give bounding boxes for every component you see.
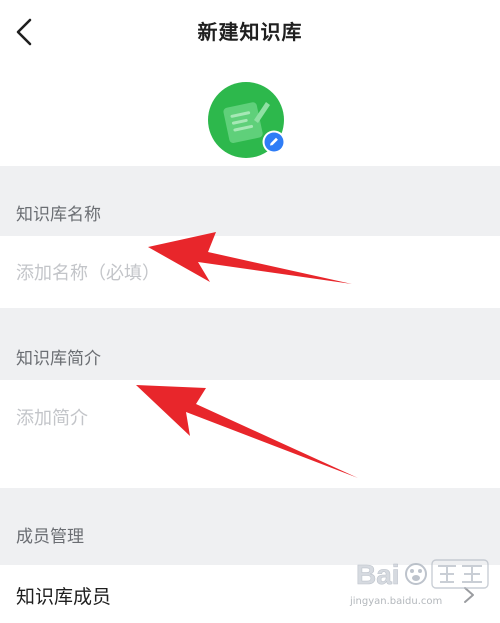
watermark-url: jingyan.baidu.com (350, 596, 443, 607)
knowledge-base-avatar[interactable] (208, 82, 288, 162)
members-row-label: 知识库成员 (16, 586, 112, 608)
name-input[interactable] (16, 260, 456, 286)
members-section-label: 成员管理 (16, 527, 84, 547)
name-field-container (0, 236, 500, 308)
baidu-jingyan-watermark: Bai jingyan.baidu.com (350, 552, 500, 608)
name-section-header: 知识库名称 (0, 166, 500, 236)
top-bar: 新建知识库 (0, 0, 500, 66)
name-section-label: 知识库名称 (16, 205, 101, 225)
intro-field-container (0, 380, 500, 488)
intro-section-label: 知识库简介 (16, 349, 101, 369)
svg-text:Bai: Bai (356, 559, 400, 590)
baidu-logo-icon: Bai (356, 559, 489, 590)
edit-badge-icon[interactable] (262, 130, 286, 154)
intro-textarea[interactable] (16, 404, 456, 474)
intro-section-header: 知识库简介 (0, 308, 500, 380)
page-title: 新建知识库 (197, 20, 303, 44)
